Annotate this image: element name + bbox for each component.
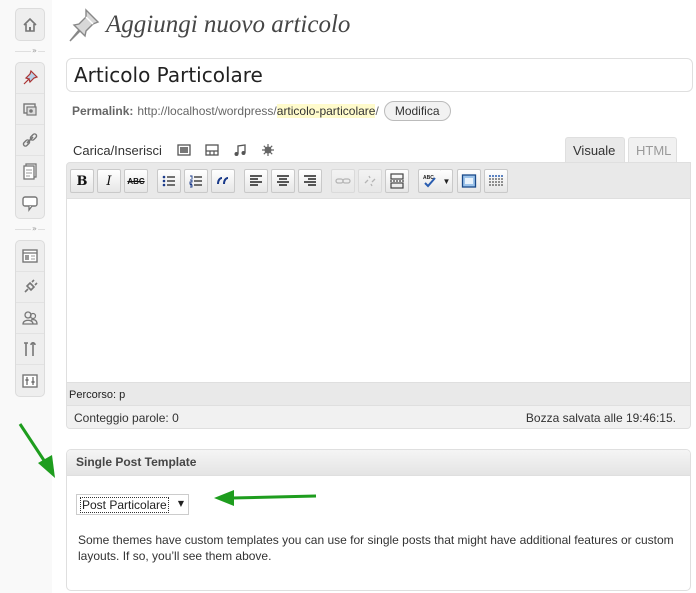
- chevron-down-icon: ▼: [442, 176, 451, 186]
- menu-item-settings[interactable]: [16, 365, 44, 396]
- bullet-list-button[interactable]: [157, 169, 181, 193]
- align-left-button[interactable]: [244, 169, 268, 193]
- editor-content-area[interactable]: [67, 198, 690, 383]
- blockquote-icon: [217, 177, 229, 185]
- word-count: Conteggio parole: 0: [74, 410, 179, 425]
- menu-item-appearance[interactable]: [16, 241, 44, 272]
- align-center-button[interactable]: [271, 169, 295, 193]
- comments-icon: [22, 195, 38, 212]
- single-post-template-metabox: Single Post Template Post Particolare ▼ …: [66, 449, 691, 591]
- fullscreen-button[interactable]: [457, 169, 481, 193]
- strikethrough-icon: ABC: [127, 176, 145, 186]
- menu-item-pages[interactable]: [16, 156, 44, 187]
- menu-separator-2[interactable]: »: [15, 224, 45, 236]
- metabox-title[interactable]: Single Post Template: [67, 450, 690, 476]
- menu-separator[interactable]: »: [15, 46, 45, 58]
- align-left-icon: [250, 175, 262, 186]
- admin-sidebar: » »: [0, 0, 52, 593]
- page-title: Aggiungi nuovo articolo: [106, 11, 351, 38]
- post-title-input[interactable]: Articolo Particolare: [66, 58, 693, 92]
- editor-toolbar: B I ABC ABC ▼: [70, 168, 511, 194]
- insert-link-button[interactable]: [331, 169, 355, 193]
- italic-button[interactable]: I: [97, 169, 121, 193]
- italic-icon: I: [106, 173, 112, 189]
- permalink-base-url: http://localhost/wordpress/: [137, 104, 277, 118]
- blockquote-button[interactable]: [211, 169, 235, 193]
- permalink-slug[interactable]: articolo-particolare: [276, 104, 376, 118]
- permalink-label: Permalink:: [72, 104, 134, 118]
- permalink-trailing-slash: /: [375, 104, 379, 118]
- autosave-status: Bozza salvata alle 19:46:15.: [525, 410, 676, 425]
- fullscreen-icon: [461, 174, 477, 188]
- menu-item-media[interactable]: [16, 94, 44, 125]
- permalink-row: Permalink: http://localhost/wordpress/ar…: [72, 101, 451, 121]
- menu-item-comments[interactable]: [16, 187, 44, 218]
- menu-group-dashboard: [15, 8, 45, 41]
- editor-status-bar: Conteggio parole: 0 Bozza salvata alle 1…: [67, 405, 690, 428]
- template-select-value: Post Particolare: [80, 496, 169, 513]
- align-right-icon: [304, 175, 316, 186]
- chevron-down-icon: ▼: [177, 499, 184, 508]
- pages-icon: [23, 163, 37, 180]
- menu-item-dashboard[interactable]: [16, 9, 44, 40]
- unlink-button[interactable]: [358, 169, 382, 193]
- spellcheck-language-dropdown[interactable]: ▼: [441, 169, 453, 193]
- unlink-icon: [364, 175, 376, 187]
- spellcheck-button[interactable]: ABC: [418, 169, 442, 193]
- tab-html[interactable]: HTML: [628, 137, 677, 163]
- spellcheck-icon: ABC: [423, 175, 436, 188]
- strikethrough-button[interactable]: ABC: [124, 169, 148, 193]
- settings-icon: [22, 373, 38, 388]
- edit-permalink-button[interactable]: Modifica: [383, 101, 451, 121]
- dashboard-icon: [23, 17, 37, 32]
- metabox-description: Some themes have custom templates you ca…: [78, 533, 674, 563]
- numbered-list-button[interactable]: [184, 169, 208, 193]
- menu-item-plugins[interactable]: [16, 272, 44, 303]
- link-icon: [335, 178, 351, 184]
- media-star-icon[interactable]: [260, 142, 276, 158]
- menu-item-tools[interactable]: [16, 334, 44, 365]
- bold-button[interactable]: B: [70, 169, 94, 193]
- links-icon: [22, 133, 38, 147]
- more-tag-icon: [390, 173, 404, 189]
- pushpin-icon: [69, 8, 100, 42]
- kitchen-sink-button[interactable]: [484, 169, 508, 193]
- menu-item-users[interactable]: [16, 303, 44, 334]
- users-icon: [22, 311, 38, 325]
- plugins-icon: [24, 279, 38, 293]
- image-icon[interactable]: [176, 142, 192, 158]
- insert-more-button[interactable]: [385, 169, 409, 193]
- align-center-icon: [277, 175, 289, 186]
- numbered-list-icon: [189, 175, 202, 188]
- media-icon: [23, 103, 37, 116]
- template-select[interactable]: Post Particolare ▼: [76, 494, 189, 515]
- appearance-icon: [22, 249, 38, 263]
- post-editor: B I ABC ABC ▼ Percorso: p Conteggio paro…: [66, 162, 691, 429]
- bold-icon: B: [76, 173, 88, 189]
- video-icon[interactable]: [204, 142, 220, 158]
- tab-visual[interactable]: Visuale: [565, 137, 625, 163]
- menu-item-links[interactable]: [16, 125, 44, 156]
- menu-group-admin: [15, 240, 45, 397]
- media-buttons: Carica/Inserisci: [73, 140, 282, 160]
- audio-icon[interactable]: [232, 142, 248, 158]
- menu-item-posts[interactable]: [16, 63, 44, 94]
- posts-pin-icon: [23, 69, 39, 85]
- tools-icon: [24, 341, 36, 356]
- kitchen-sink-icon: [489, 175, 503, 186]
- bullet-list-icon: [162, 175, 175, 187]
- align-right-button[interactable]: [298, 169, 322, 193]
- upload-insert-label: Carica/Inserisci: [73, 142, 162, 158]
- editor-path: Percorso: p: [69, 389, 126, 401]
- menu-group-content: [15, 62, 45, 219]
